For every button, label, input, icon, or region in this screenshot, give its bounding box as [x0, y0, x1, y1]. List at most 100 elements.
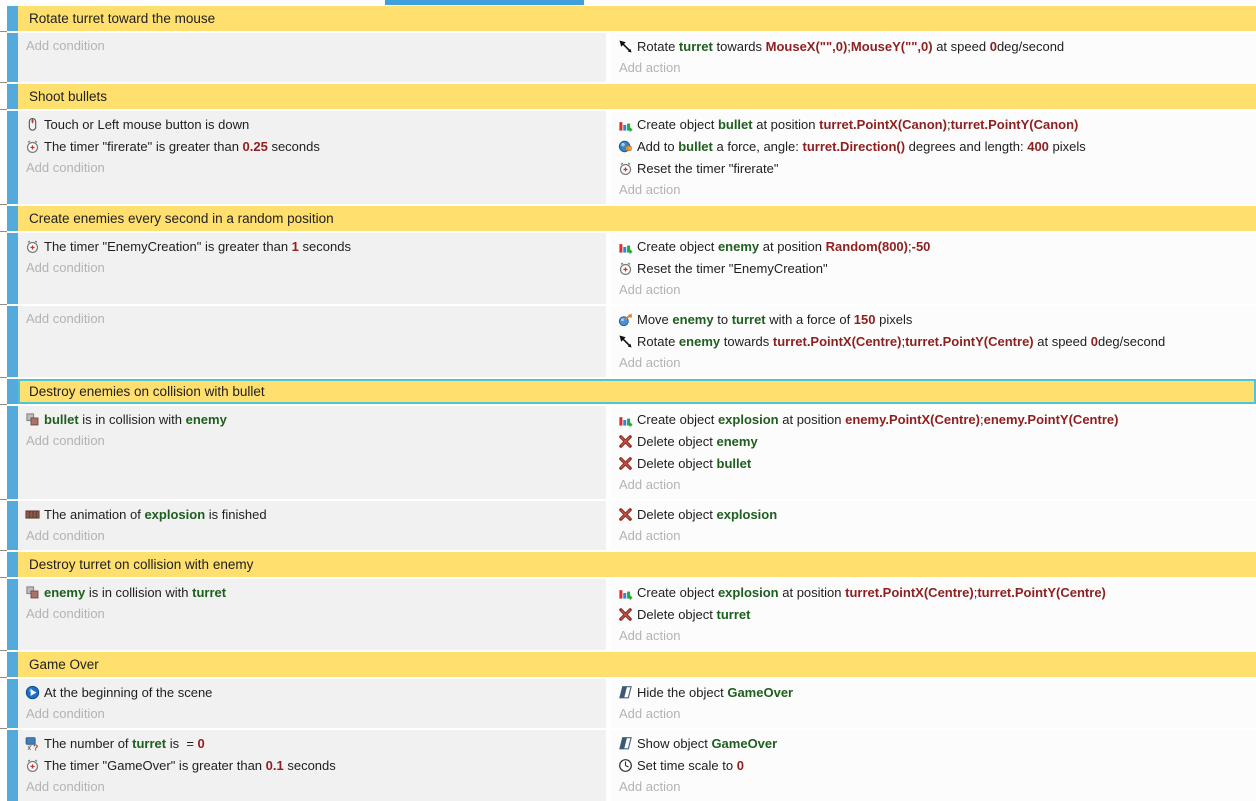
- action-text: Move enemy to turret with a force of 150…: [637, 312, 912, 327]
- add-condition-link[interactable]: Add condition: [25, 703, 600, 725]
- add-action-link[interactable]: Add action: [618, 474, 1250, 496]
- action-row[interactable]: Create object explosion at position enem…: [618, 408, 1250, 430]
- event-indent-bar[interactable]: [7, 730, 18, 801]
- add-condition-link[interactable]: Add condition: [25, 157, 600, 179]
- event-indent-bar[interactable]: [7, 111, 18, 204]
- condition-row[interactable]: The timer "firerate" is greater than 0.2…: [25, 135, 600, 157]
- action-row[interactable]: Create object explosion at position turr…: [618, 581, 1250, 603]
- action-row[interactable]: Create object enemy at position Random(8…: [618, 235, 1250, 257]
- add-action-link[interactable]: Add action: [618, 525, 1250, 547]
- action-row[interactable]: Set time scale to 0: [618, 754, 1250, 776]
- event-indent-bar[interactable]: [7, 501, 18, 550]
- event-indent-bar[interactable]: [7, 679, 18, 728]
- event-indent-bar[interactable]: [7, 33, 18, 82]
- event-separator: [0, 377, 1256, 379]
- action-text: Create object explosion at position enem…: [637, 412, 1118, 427]
- event-indent-bar[interactable]: [7, 233, 18, 304]
- action-row[interactable]: Show object GameOver: [618, 732, 1250, 754]
- add-condition-link[interactable]: Add condition: [25, 525, 600, 547]
- condition-text: enemy is in collision with turret: [44, 585, 226, 600]
- action-row[interactable]: Rotate enemy towards turret.PointX(Centr…: [618, 330, 1250, 352]
- comment-text: Create enemies every second in a random …: [29, 211, 334, 226]
- condition-row[interactable]: bullet is in collision with enemy: [25, 408, 600, 430]
- add-condition-link[interactable]: Add condition: [25, 776, 600, 798]
- event-indent-bar[interactable]: [7, 84, 18, 109]
- event-separator: [0, 650, 1256, 652]
- add-action-link[interactable]: Add action: [618, 776, 1250, 798]
- comment-event[interactable]: Shoot bullets: [18, 84, 1256, 109]
- collision-icon: [25, 584, 44, 600]
- action-row[interactable]: Reset the timer "EnemyCreation": [618, 257, 1250, 279]
- gutter: [0, 406, 7, 499]
- event-separator: [0, 728, 1256, 730]
- action-row[interactable]: Delete object bullet: [618, 452, 1250, 474]
- action-text: Delete object bullet: [637, 456, 751, 471]
- action-row[interactable]: Move enemy to turret with a force of 150…: [618, 308, 1250, 330]
- action-text: Rotate turret towards MouseX("",0);Mouse…: [637, 39, 1064, 54]
- comment-event[interactable]: Rotate turret toward the mouse: [18, 6, 1256, 31]
- conditions-cell: At the beginning of the sceneAdd conditi…: [18, 679, 606, 728]
- condition-row[interactable]: enemy is in collision with turret: [25, 581, 600, 603]
- top-scroll-indicator: [385, 0, 584, 5]
- action-row[interactable]: Add to bullet a force, angle: turret.Dir…: [618, 135, 1250, 157]
- move-icon: [618, 311, 637, 327]
- condition-row[interactable]: x?The number of turret is = 0: [25, 732, 600, 754]
- action-row[interactable]: Delete object enemy: [618, 430, 1250, 452]
- action-row[interactable]: Create object bullet at position turret.…: [618, 113, 1250, 135]
- timer-icon: [618, 260, 637, 276]
- comment-event[interactable]: Game Over: [18, 652, 1256, 677]
- event-indent-bar[interactable]: [7, 579, 18, 650]
- action-row[interactable]: Delete object turret: [618, 603, 1250, 625]
- delete-icon: [618, 606, 637, 622]
- event-indent-bar[interactable]: [7, 406, 18, 499]
- delete-icon: [618, 455, 637, 471]
- comment-event[interactable]: Destroy turret on collision with enemy: [18, 552, 1256, 577]
- event-indent-bar[interactable]: [7, 652, 18, 677]
- add-action-link[interactable]: Add action: [618, 57, 1250, 79]
- condition-row[interactable]: The timer "EnemyCreation" is greater tha…: [25, 235, 600, 257]
- play-icon: [25, 684, 44, 700]
- action-row[interactable]: Delete object explosion: [618, 503, 1250, 525]
- comment-text: Destroy enemies on collision with bullet: [29, 384, 265, 399]
- action-row[interactable]: Reset the timer "firerate": [618, 157, 1250, 179]
- add-action-link[interactable]: Add action: [618, 179, 1250, 201]
- condition-row[interactable]: The timer "GameOver" is greater than 0.1…: [25, 754, 600, 776]
- conditions-cell: Add condition: [18, 306, 606, 377]
- comment-text: Shoot bullets: [29, 89, 107, 104]
- create-icon: [618, 584, 637, 600]
- event-indent-bar[interactable]: [7, 306, 18, 377]
- add-action-link[interactable]: Add action: [618, 352, 1250, 374]
- action-text: Delete object explosion: [637, 507, 777, 522]
- action-text: Create object bullet at position turret.…: [637, 117, 1078, 132]
- gutter: [0, 6, 7, 31]
- comment-text: Game Over: [29, 657, 99, 672]
- gutter: [0, 679, 7, 728]
- comment-event[interactable]: Create enemies every second in a random …: [18, 206, 1256, 231]
- event-indent-bar[interactable]: [7, 379, 18, 404]
- condition-text: The timer "GameOver" is greater than 0.1…: [44, 758, 336, 773]
- comment-event[interactable]: Destroy enemies on collision with bullet: [18, 379, 1256, 404]
- event-separator: [0, 204, 1256, 206]
- event-indent-bar[interactable]: [7, 6, 18, 31]
- add-condition-link[interactable]: Add condition: [25, 603, 600, 625]
- action-row[interactable]: Rotate turret towards MouseX("",0);Mouse…: [618, 35, 1250, 57]
- add-action-link[interactable]: Add action: [618, 703, 1250, 725]
- condition-row[interactable]: The animation of explosion is finished: [25, 503, 600, 525]
- add-condition-link[interactable]: Add condition: [25, 430, 600, 452]
- standard-event: enemy is in collision with turret Add con…: [18, 579, 1256, 650]
- action-text: Add to bullet a force, angle: turret.Dir…: [637, 139, 1086, 154]
- svg-text:?: ?: [33, 742, 38, 751]
- add-action-link[interactable]: Add action: [618, 279, 1250, 301]
- condition-row[interactable]: At the beginning of the scene: [25, 681, 600, 703]
- event-separator: [0, 577, 1256, 579]
- add-condition-link[interactable]: Add condition: [25, 35, 600, 57]
- add-action-link[interactable]: Add action: [618, 625, 1250, 647]
- add-condition-link[interactable]: Add condition: [25, 308, 600, 330]
- action-row[interactable]: Hide the object GameOver: [618, 681, 1250, 703]
- event-indent-bar[interactable]: [7, 552, 18, 577]
- event-indent-bar[interactable]: [7, 206, 18, 231]
- action-text: Reset the timer "firerate": [637, 161, 778, 176]
- rotate-icon: [618, 38, 637, 54]
- condition-row[interactable]: Touch or Left mouse button is down: [25, 113, 600, 135]
- add-condition-link[interactable]: Add condition: [25, 257, 600, 279]
